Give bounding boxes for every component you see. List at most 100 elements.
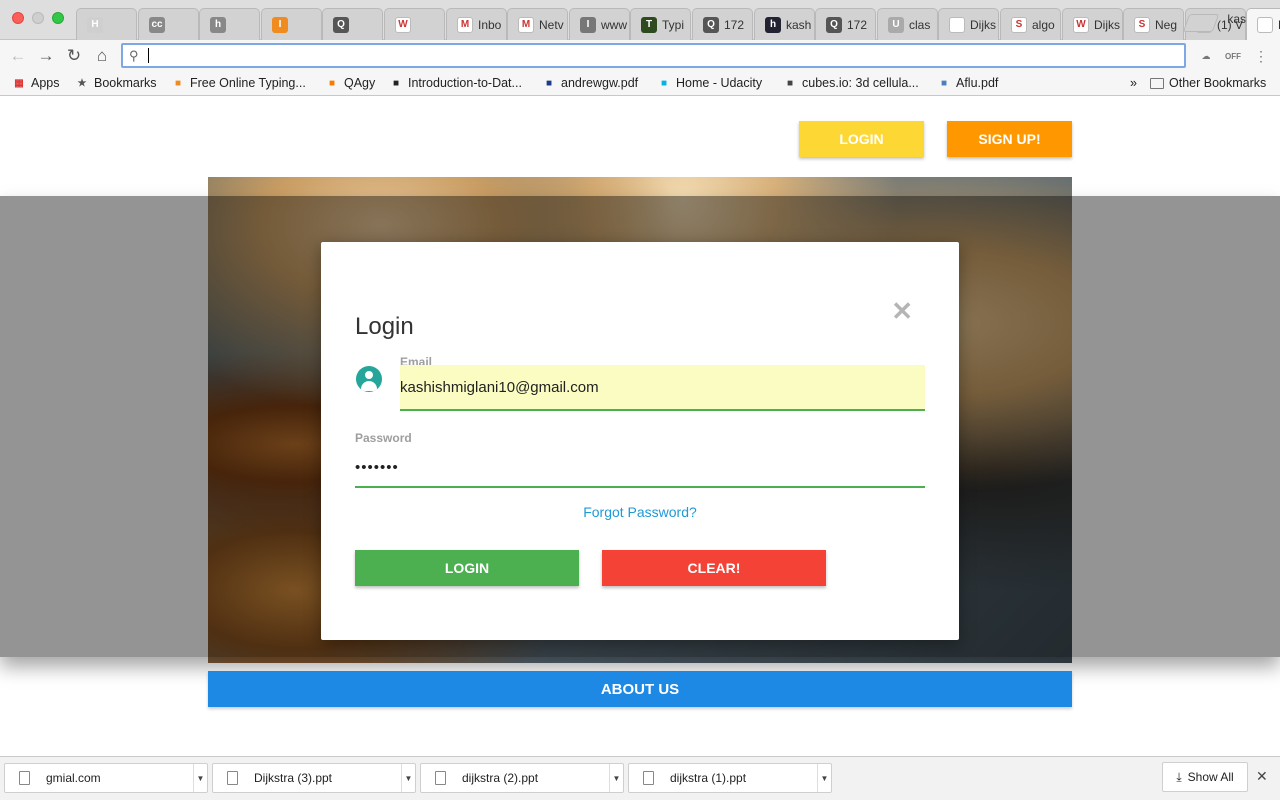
bookmark-label: andrewgw.pdf <box>561 76 639 90</box>
close-icon[interactable]: ✕ <box>891 298 913 324</box>
close-shelf-icon[interactable]: ✕ <box>1256 768 1268 785</box>
window-close-button[interactable] <box>12 12 24 24</box>
browser-tab[interactable]: Q 172 <box>692 8 753 40</box>
menu-kebab-icon[interactable]: ⋮ <box>1252 47 1270 65</box>
doc-icon <box>1257 16 1273 33</box>
tab-title: 172 <box>847 17 868 32</box>
header-login-button[interactable]: LOGIN <box>799 121 924 157</box>
browser-tab[interactable]: h <box>199 8 260 40</box>
browser-tab[interactable]: Q <box>322 8 383 40</box>
cc-icon: cc <box>149 16 165 33</box>
browser-tab[interactable]: h kash <box>754 8 815 40</box>
doc-icon <box>949 16 965 33</box>
stackoverflow-icon: S <box>1011 16 1027 33</box>
chevron-down-icon[interactable]: ▼ <box>193 764 207 792</box>
login-submit-button[interactable]: LOGIN <box>355 550 579 586</box>
typing-icon: ■ <box>174 77 182 89</box>
account-circle-icon <box>356 366 382 392</box>
tab-title: Dijks <box>970 17 996 32</box>
download-item[interactable]: Dijkstra (3).ppt ▼ <box>212 763 416 793</box>
wikipedia-icon: W <box>1073 16 1089 33</box>
apps-grid-icon: ▦ <box>14 77 24 89</box>
tab-title: Netv <box>539 17 564 32</box>
show-all-downloads-button[interactable]: ⤓ Show All <box>1162 762 1248 792</box>
forgot-password-link[interactable]: Forgot Password? <box>321 504 959 520</box>
browser-tab[interactable]: S Neg <box>1123 8 1184 40</box>
download-item[interactable]: dijkstra (2).ppt ▼ <box>420 763 624 793</box>
wikipedia-icon: W <box>395 16 411 33</box>
browser-tab[interactable]: I <box>261 8 322 40</box>
chevron-down-icon[interactable]: ▼ <box>609 764 623 792</box>
search-icon: ⚲ <box>129 48 139 63</box>
browser-tab[interactable]: Uclas <box>877 8 938 40</box>
bookmark-label: Apps <box>31 76 60 90</box>
clear-button[interactable]: CLEAR! <box>602 550 826 586</box>
download-filename: Dijkstra (3).ppt <box>254 771 333 785</box>
bookmark-label: Bookmarks <box>94 76 157 90</box>
browser-tab[interactable]: W <box>384 8 445 40</box>
browser-tab[interactable]: cc <box>138 8 199 40</box>
chevron-down-icon[interactable]: ▼ <box>817 764 831 792</box>
download-item[interactable]: dijkstra (1).ppt ▼ <box>628 763 832 793</box>
forward-arrow-icon[interactable]: → <box>34 44 58 68</box>
download-filename: gmial.com <box>46 771 101 785</box>
qagy-icon: ■ <box>328 77 336 89</box>
window-minimize-button[interactable] <box>32 12 44 24</box>
bookmark-item[interactable]: ■ cubes.io: 3d cellula... <box>783 75 919 91</box>
bookmark-label: Introduction-to-Dat... <box>408 76 522 90</box>
file-icon <box>227 771 238 785</box>
bookmarks-overflow-button[interactable]: » <box>1130 75 1137 91</box>
cube-icon: ■ <box>786 77 794 89</box>
window-maximize-button[interactable] <box>52 12 64 24</box>
browser-tab[interactable]: Salgo <box>1000 8 1061 40</box>
browser-tab[interactable]: M Netv <box>507 8 568 40</box>
tab-title: Dijks <box>1094 17 1120 32</box>
bookmark-item[interactable]: ■ Home - Udacity <box>657 75 762 91</box>
github-icon: ■ <box>392 77 400 89</box>
home-icon[interactable]: ⌂ <box>90 44 114 68</box>
tab-title: Typi <box>662 17 685 32</box>
login-modal: ✕ Login Email kashishmiglani10@gmail.com… <box>321 242 959 640</box>
bookmark-item[interactable]: ■ Aflu.pdf <box>937 75 998 91</box>
download-filename: dijkstra (2).ppt <box>462 771 539 785</box>
signup-button[interactable]: SIGN UP! <box>947 121 1072 157</box>
browser-tab[interactable]: W Dijks <box>1062 8 1123 40</box>
bookmark-item[interactable]: ■ andrewgw.pdf <box>542 75 638 91</box>
off-extension-icon[interactable]: OFF <box>1224 47 1242 65</box>
download-shelf: gmial.com ▼ Dijkstra (3).ppt ▼ dijkstra (2).… <box>0 756 1280 800</box>
tab-title: clas <box>909 17 931 32</box>
about-us-button[interactable]: ABOUT US <box>208 671 1072 707</box>
h-icon: h <box>765 16 781 33</box>
tab-title: 172 <box>724 17 745 32</box>
file-icon <box>643 771 654 785</box>
browser-tab[interactable]: P✕ <box>1246 8 1280 40</box>
browser-tab[interactable]: H <box>76 8 137 40</box>
browser-tab[interactable]: T Typi <box>630 8 691 40</box>
cloud-extension-icon[interactable]: ☁ <box>1197 47 1215 65</box>
bookmark-item[interactable]: ■ QAgy <box>325 75 375 91</box>
address-bar[interactable]: ⚲ <box>121 43 1186 68</box>
bookmark-label: Aflu.pdf <box>956 76 999 90</box>
reload-icon[interactable]: ↻ <box>62 44 86 68</box>
quote-icon: Q <box>826 16 842 33</box>
bookmark-label: Home - Udacity <box>676 76 763 90</box>
bookmark-item[interactable]: ■ Free Online Typing... <box>171 75 306 91</box>
email-field[interactable]: kashishmiglani10@gmail.com <box>400 365 925 411</box>
tab-title: algo <box>1032 17 1055 32</box>
browser-tab[interactable]: Iwww <box>569 8 630 40</box>
browser-tab[interactable]: Q 172 <box>815 8 876 40</box>
folder-icon <box>1150 77 1164 89</box>
browser-tab[interactable]: Dijks <box>938 8 999 40</box>
chevron-down-icon[interactable]: ▼ <box>401 764 415 792</box>
browser-tab[interactable]: M Inbo <box>446 8 507 40</box>
bookmark-item[interactable]: ★ Bookmarks <box>75 75 157 91</box>
back-arrow-icon[interactable]: ← <box>6 44 30 68</box>
bookmark-label: QAgy <box>344 76 376 90</box>
other-bookmarks[interactable]: Other Bookmarks <box>1150 75 1266 91</box>
hackerrank-icon: H <box>87 16 103 33</box>
bookmark-item[interactable]: ■ Introduction-to-Dat... <box>389 75 522 91</box>
gmail-icon: M <box>518 16 534 33</box>
password-field[interactable]: ••••••• <box>355 449 925 488</box>
download-item[interactable]: gmial.com ▼ <box>4 763 208 793</box>
bookmark-item[interactable]: ▦ Apps <box>12 75 60 91</box>
